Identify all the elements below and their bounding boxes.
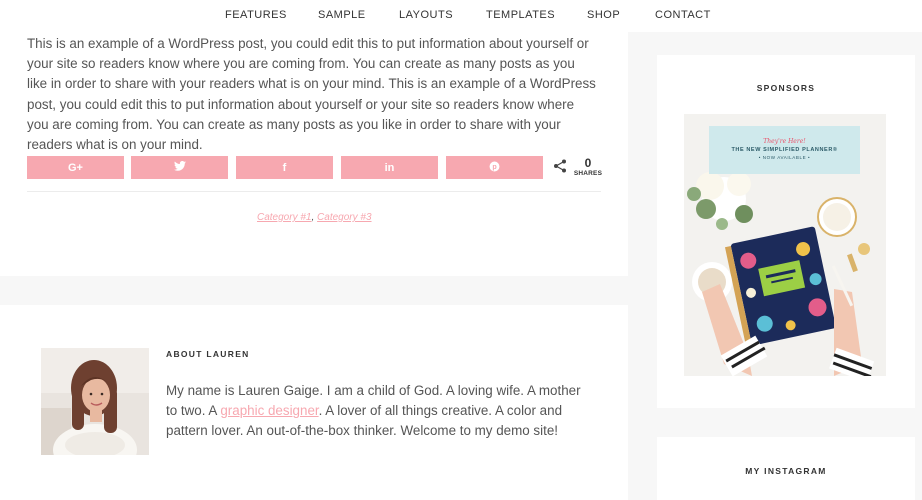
ad-script-text: They're Here! (763, 138, 806, 145)
post-categories: Category #1, Category #3 (257, 212, 372, 223)
planner-ad[interactable]: They're Here! THE NEW SIMPLIFIED PLANNER… (684, 114, 886, 376)
ad-banner: They're Here! THE NEW SIMPLIFIED PLANNER… (709, 126, 860, 174)
category-link-2[interactable]: Category #3 (317, 212, 371, 223)
category-separator: , (311, 212, 315, 223)
linkedin-share-button[interactable]: in (341, 156, 438, 179)
category-link-1[interactable]: Category #1 (257, 212, 311, 223)
nav-item-sample[interactable]: SAMPLE (318, 9, 366, 21)
share-count-label: SHARES (573, 170, 603, 177)
about-title: ABOUT LAUREN (166, 349, 250, 359)
pinterest-share-button[interactable]: p (446, 156, 543, 179)
instagram-widget: MY INSTAGRAM (657, 437, 915, 500)
google-plus-share-button[interactable]: G+ (27, 156, 124, 179)
top-navigation: FEATURES SAMPLE LAYOUTS TEMPLATES SHOP C… (0, 0, 922, 32)
share-count: 0 (584, 156, 592, 170)
linkedin-icon: in (384, 161, 395, 174)
ad-headline: THE NEW SIMPLIFIED PLANNER® (731, 147, 838, 153)
nav-item-templates[interactable]: TEMPLATES (486, 9, 555, 21)
google-plus-icon: G+ (68, 161, 83, 174)
nav-item-layouts[interactable]: LAYOUTS (399, 9, 453, 21)
nav-item-contact[interactable]: CONTACT (655, 9, 711, 21)
twitter-icon (173, 161, 186, 174)
author-photo (41, 348, 149, 455)
nav-item-shop[interactable]: SHOP (587, 9, 620, 21)
sponsors-title: SPONSORS (756, 83, 816, 93)
graphic-designer-link[interactable]: graphic designer (220, 403, 318, 418)
facebook-icon: f (282, 161, 287, 174)
twitter-share-button[interactable] (131, 156, 228, 179)
post-divider (27, 191, 601, 192)
post-body: This is an example of a WordPress post, … (27, 36, 596, 153)
svg-text:p: p (492, 162, 497, 170)
ad-subtext: • NOW AVAILABLE • (758, 155, 811, 160)
instagram-title: MY INSTAGRAM (745, 466, 827, 476)
facebook-share-button[interactable]: f (236, 156, 333, 179)
pinterest-icon: p (489, 161, 500, 175)
nav-item-features[interactable]: FEATURES (225, 9, 287, 21)
share-icon[interactable] (553, 159, 567, 173)
about-text: My name is Lauren Gaige. I am a child of… (166, 381, 586, 442)
